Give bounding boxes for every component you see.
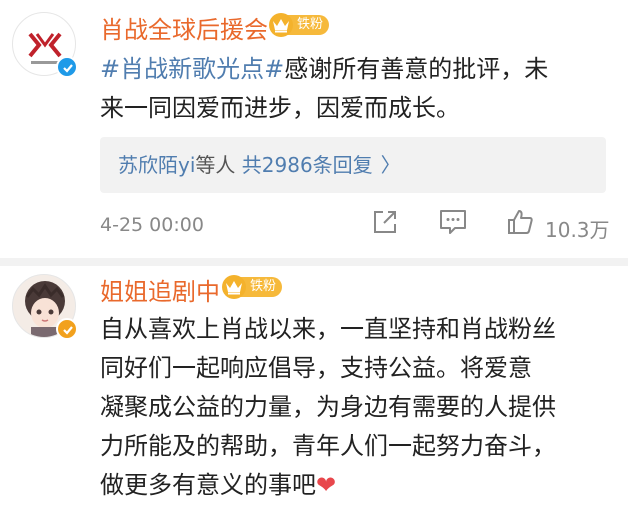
comment-text-line: 感谢所有善意的批评，未 [284,55,549,83]
comment-text-line: 同好们一起响应倡导，支持公益。将爱意 [100,354,532,382]
comment-item: 肖战全球后援会 铁粉 #肖战新歌光点#感谢所有善意的批评，未 来一同因爱而进步，… [0,0,628,262]
share-icon[interactable] [370,207,400,237]
like-icon[interactable] [505,207,535,237]
comment-text-line: 自从喜欢上肖战以来，一直坚持和肖战粉丝 [100,315,556,343]
crown-icon [222,275,246,299]
verified-orange-icon [56,318,78,340]
comment-text-line: 做更多有意义的事吧 [100,471,316,499]
comment-item: 姐姐追剧中 铁粉 自从喜欢上肖战以来，一直坚持和肖战粉丝 同好们一起响应倡导，支… [0,262,628,499]
comment-text-line: 来一同因爱而进步，因爱而成长。 [100,94,460,122]
replies-box[interactable]: 苏欣陌yi等人 共2986条回复〉 [100,137,606,193]
verified-blue-icon [56,56,78,78]
timestamp: 4-25 00:00 [100,214,204,236]
comment-text: 自从喜欢上肖战以来，一直坚持和肖战粉丝 同好们一起响应倡导，支持公益。将爱意 凝… [100,310,620,505]
avatar[interactable] [12,274,78,340]
heart-emoji: ❤ [316,471,337,499]
chevron-right-icon: 〉 [380,153,401,177]
comment-icon[interactable] [438,207,468,237]
hashtag-link[interactable]: #肖战新歌光点# [100,55,284,83]
username[interactable]: 姐姐追剧中 [100,272,220,307]
comment-text: #肖战新歌光点#感谢所有善意的批评，未 来一同因爱而进步，因爱而成长。 [100,50,615,128]
comment-text-line: 力所能及的帮助，青年人们一起努力奋斗， [100,432,556,460]
like-count: 10.3万 [545,218,610,242]
fan-badge-label: 铁粉 [287,15,330,35]
replies-count[interactable]: 共2986条回复 [242,153,373,177]
reply-user-name[interactable]: 苏欣陌yi [118,153,195,177]
avatar[interactable] [12,12,78,78]
fan-badge-label: 铁粉 [240,277,283,297]
comment-text-line: 凝聚成公益的力量，为身边有需要的人提供 [100,393,556,421]
fan-badge[interactable]: 铁粉 [222,275,283,299]
crown-icon [269,13,293,37]
replies-text: 等人 [195,153,236,177]
fan-badge[interactable]: 铁粉 [269,13,330,37]
username[interactable]: 肖战全球后援会 [100,10,268,45]
